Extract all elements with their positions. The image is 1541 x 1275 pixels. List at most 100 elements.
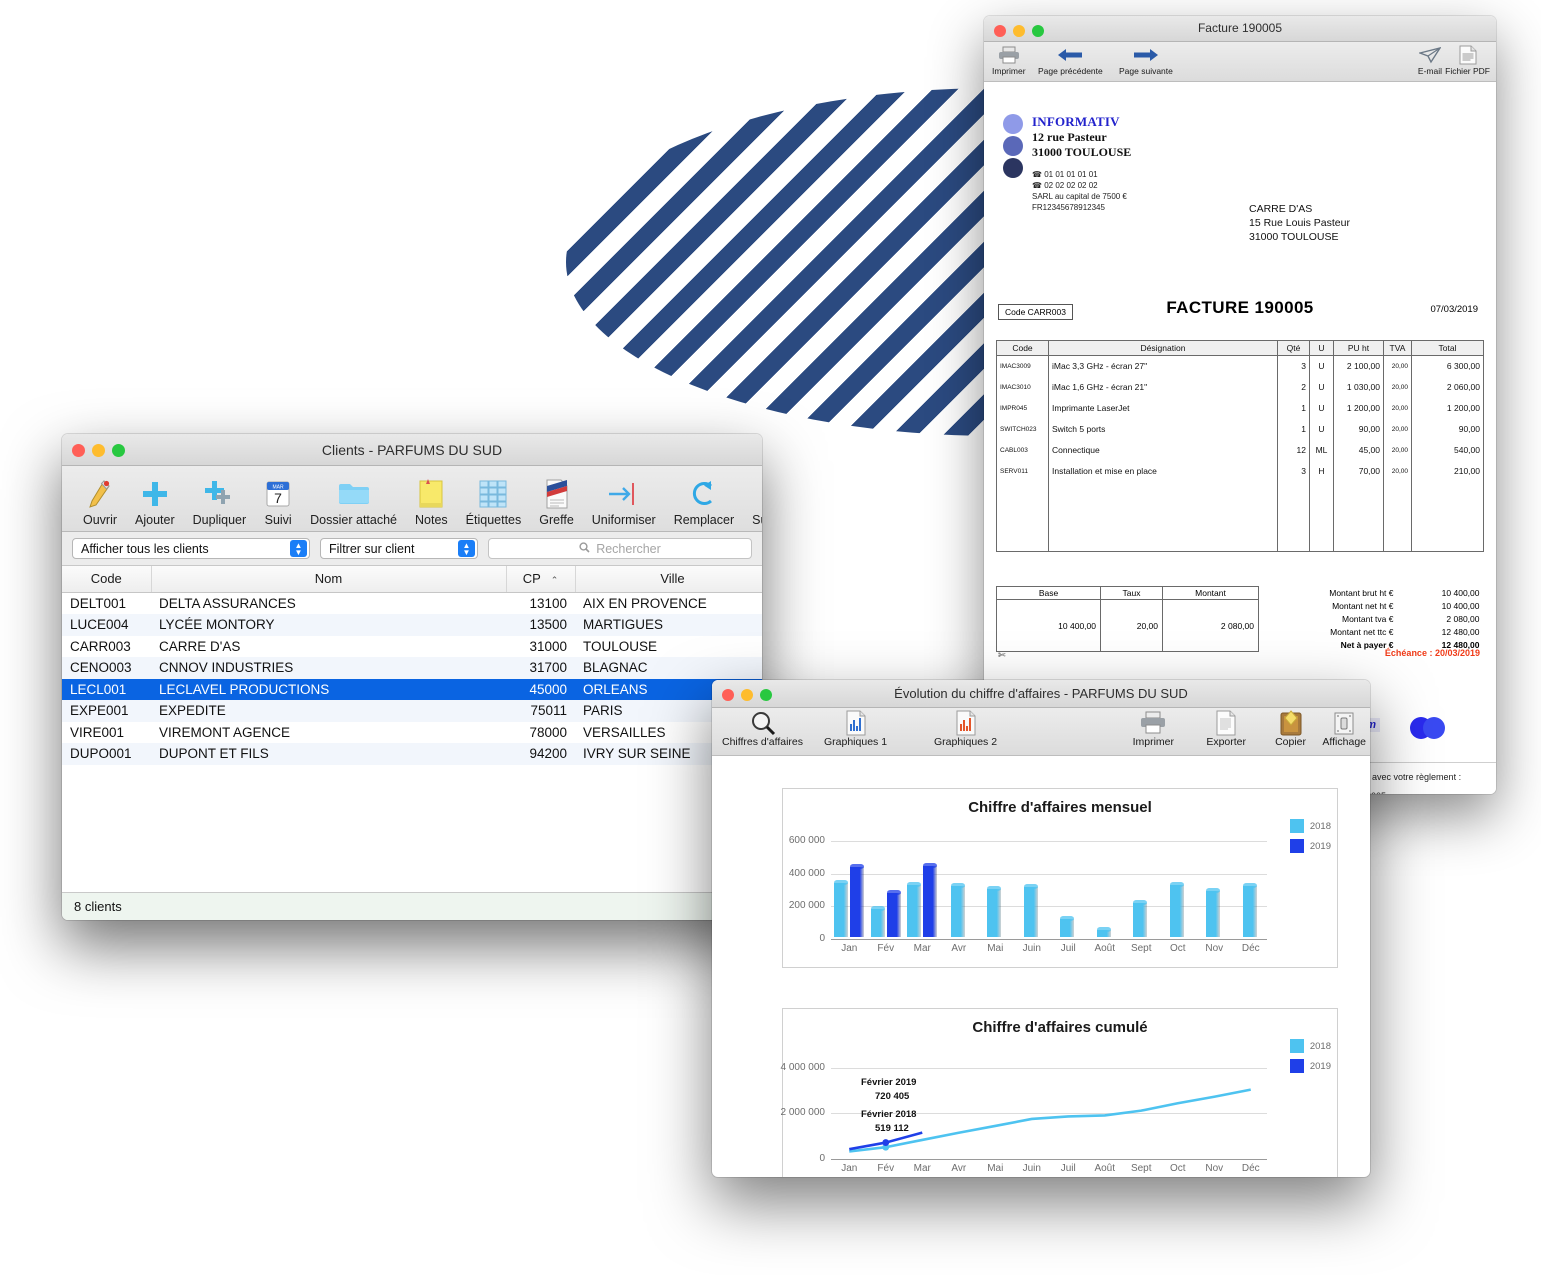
legend-swatch — [1289, 1039, 1304, 1053]
toolbar-label-graphiques2: Graphiques 2 — [934, 736, 998, 748]
toolbar-label-suivi: Suivi — [264, 513, 292, 527]
table-row[interactable]: DUPO001 DUPONT ET FILS 94200 IVRY SUR SEINE — [62, 743, 762, 765]
column-header-nom[interactable]: Nom — [151, 566, 507, 593]
display-select[interactable]: Afficher tous les clients ▲ ▼ — [72, 538, 310, 559]
cell-code: DELT001 — [70, 595, 127, 611]
toolbar-button-dossier[interactable]: Dossier attaché — [301, 477, 406, 527]
cell-ville: AIX EN PROVENCE — [583, 595, 707, 611]
previous-page-button[interactable]: Page précédente — [1038, 45, 1103, 76]
search-input[interactable]: Rechercher — [488, 538, 752, 559]
toolbar-button-suivi[interactable]: MAR 7 Suivi — [255, 477, 301, 527]
search-icon — [579, 541, 590, 556]
scissors-icon: ✄ — [998, 650, 1006, 660]
pencil-icon — [87, 477, 113, 511]
sender-phone1-row: ☎ 01 01 01 01 01 — [1032, 169, 1232, 180]
inv-cell-pu: 1 030,00 — [1333, 376, 1384, 398]
annotation-value-0: 720 405 — [875, 1091, 910, 1102]
inv-cell-designation: iMac 3,3 GHz - écran 27" — [1048, 355, 1278, 377]
toolbar-button-remplacer[interactable]: Remplacer — [665, 477, 743, 527]
inv-col-code: Code — [996, 340, 1049, 356]
toolbar-button-chiffres[interactable]: Chiffres d'affaires — [722, 710, 803, 748]
toolbar-button-copier[interactable]: Copier — [1275, 710, 1306, 748]
pdf-button[interactable]: Fichier PDF — [1445, 45, 1490, 76]
cell-cp: 75011 — [506, 700, 575, 722]
svg-text:7: 7 — [274, 490, 282, 506]
toolbar-button-supprimer[interactable]: Supprimer — [743, 477, 762, 527]
print-button[interactable]: Imprimer — [992, 45, 1026, 76]
toolbar-button-graphiques1[interactable]: Graphiques 1 — [824, 710, 887, 748]
x-tick-label: Fév — [877, 1163, 895, 1174]
column-header-code[interactable]: Code — [62, 566, 152, 593]
filter-select[interactable]: Filtrer sur client ▲ ▼ — [320, 538, 478, 559]
legend-label: 2019 — [1309, 840, 1331, 852]
toolbar-button-ajouter[interactable]: Ajouter — [126, 477, 184, 527]
sender-phone1: 01 01 01 01 01 — [1044, 170, 1098, 179]
data-point-2019 — [882, 1139, 890, 1146]
table-row[interactable]: EXPE001 EXPEDITE 75011 PARIS — [62, 700, 762, 722]
inv-cell-qte: 1 — [1277, 418, 1310, 440]
inv-cell-qte: 1 — [1277, 397, 1310, 419]
clients-column-header-row[interactable]: CodeNomCP⌃VilleTéléphone — [62, 566, 762, 593]
y-tick-label: 600 000 — [788, 835, 825, 847]
inv-col-puht: PU ht — [1333, 340, 1384, 356]
bar-top — [907, 882, 922, 888]
email-button[interactable]: E-mail — [1418, 45, 1442, 76]
phone-icon: ☎ — [1032, 170, 1042, 179]
toolbar-button-ouvrir[interactable]: Ouvrir — [74, 477, 126, 527]
inv-cell-total: 6 300,00 — [1411, 355, 1484, 377]
column-header-ville[interactable]: Ville — [575, 566, 762, 593]
table-row[interactable]: LUCE004 LYCÉE MONTORY 13500 MARTIGUES — [62, 614, 762, 636]
print-label: Imprimer — [992, 66, 1026, 76]
toolbar-label-notes: Notes — [415, 513, 448, 527]
facture-toolbar: Imprimer Page précédente Page suivante E… — [984, 42, 1496, 82]
chevron-updown-icon-2: ▲ ▼ — [458, 540, 475, 557]
inv-col-tva: TVA — [1383, 340, 1412, 356]
toolbar-button-greffe[interactable]: Greffe — [530, 477, 583, 527]
inv-cell-pu: 70,00 — [1333, 460, 1384, 482]
legend-label: 2019 — [1309, 1060, 1331, 1072]
export-document-icon — [1215, 710, 1237, 736]
table-row[interactable]: LECL001 LECLAVEL PRODUCTIONS 45000 ORLEANS — [62, 678, 762, 700]
inv-cell-code: CABL003 — [996, 439, 1049, 461]
bar-chart-blue-icon — [845, 710, 867, 736]
column-header-cp[interactable]: CP ⌃ — [506, 566, 576, 593]
facture-titlebar: Facture 190005 — [984, 16, 1496, 42]
display-select-value: Afficher tous les clients — [81, 541, 209, 556]
x-tick-label: Jan — [841, 1163, 858, 1174]
table-row[interactable]: CARR003 CARRE D'AS 31000 TOULOUSE — [62, 636, 762, 658]
toolbar-button-exporter[interactable]: Exporter — [1206, 710, 1246, 748]
toolbar-button-affichage[interactable]: Affichage — [1322, 710, 1366, 748]
bar-top — [1023, 883, 1038, 889]
bar-2018-Nov — [1206, 887, 1221, 937]
table-row[interactable]: VIRE001 VIREMONT AGENCE 78000 VERSAILLES — [62, 722, 762, 744]
inv-cell-designation: Connectique — [1048, 439, 1278, 461]
clients-table-body-container[interactable]: DELT001 DELTA ASSURANCES 13100 AIX EN PROVE… — [62, 592, 762, 893]
inv-cell-pu: 2 100,00 — [1333, 355, 1384, 377]
x-tick-label: Nov — [1205, 1163, 1224, 1174]
legend-label: 2018 — [1309, 820, 1331, 832]
next-page-button[interactable]: Page suivante — [1119, 45, 1173, 76]
toolbar-button-uniformiser[interactable]: Uniformiser — [583, 477, 665, 527]
table-row[interactable]: CENO003CNNOV INDUSTRIES31700BLAGNAC06 54… — [62, 657, 762, 679]
toolbar-button-etiquettes[interactable]: Étiquettes — [457, 477, 531, 527]
toolbar-button-dupliquer[interactable]: Dupliquer — [184, 477, 256, 527]
inv-cell-code: IMAC3010 — [996, 376, 1049, 398]
vat-montant-value: 2 080,00 — [1162, 599, 1259, 652]
arrow-right-icon — [1133, 45, 1159, 65]
sender-street: 12 rue Pasteur — [1032, 130, 1107, 144]
table-row[interactable]: DELT001 DELTA ASSURANCES 13100 AIX EN PROVE… — [62, 593, 762, 615]
charts-window: Évolution du chiffre d'affaires - PARFUM… — [712, 680, 1370, 1177]
cell-code: LECL001 — [62, 678, 151, 700]
toolbar-button-imprimer[interactable]: Imprimer — [1133, 710, 1174, 748]
toolbar-button-notes[interactable]: Notes — [406, 477, 457, 527]
inv-cell-u: U — [1309, 376, 1334, 398]
paper-plane-icon — [1418, 45, 1441, 65]
total-label-2: Montant tva € — [1341, 614, 1394, 624]
toolbar-button-graphiques2[interactable]: Graphiques 2 — [934, 710, 997, 748]
bar-2018-Août — [1096, 926, 1111, 937]
sender-legal: SARL au capital de 7500 € — [1032, 192, 1127, 201]
gridline — [831, 841, 1267, 843]
invoice-line-row: SERV011 Installation et mise en place 3 H 70… — [996, 460, 1484, 482]
gridline — [831, 939, 1267, 940]
footer-logo-icon — [1406, 714, 1448, 747]
